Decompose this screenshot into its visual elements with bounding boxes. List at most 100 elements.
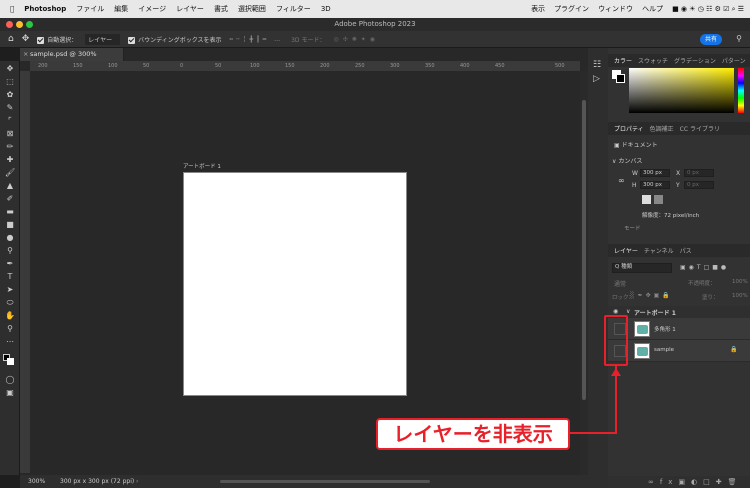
callout-connector-horizontal: [570, 432, 617, 434]
fill-value[interactable]: 100%: [732, 293, 748, 299]
layer-filter-dropdown[interactable]: Q 種類: [612, 263, 672, 273]
tab-layers[interactable]: レイヤー: [614, 246, 638, 255]
chevron-down-icon[interactable]: ∨: [626, 308, 630, 315]
brush-tool-icon[interactable]: 🖌: [5, 169, 15, 177]
lock-icon: 🔒: [730, 346, 738, 353]
layer-row-polygon[interactable]: 多角形 1: [608, 318, 750, 340]
menu-window[interactable]: ウィンドウ: [598, 4, 633, 14]
menu-layer[interactable]: レイヤー: [176, 4, 204, 14]
chevron-right-icon[interactable]: ›: [136, 475, 138, 488]
tab-color[interactable]: カラー: [614, 56, 632, 65]
screen-mode-icon[interactable]: ▣: [5, 389, 15, 397]
eraser-tool-icon[interactable]: ▬: [5, 208, 15, 216]
background-color-swatch[interactable]: [7, 358, 14, 365]
home-icon[interactable]: ⌂: [8, 34, 14, 44]
tab-patterns[interactable]: パターン: [722, 56, 746, 65]
lasso-tool-icon[interactable]: ✿: [5, 91, 15, 99]
menu-plugins[interactable]: プラグイン: [554, 4, 589, 14]
history-panel-icon[interactable]: ☷: [593, 60, 601, 70]
eyedropper-tool-icon[interactable]: ✏: [5, 143, 15, 151]
tab-paths[interactable]: パス: [680, 246, 692, 255]
menu-edit[interactable]: 編集: [114, 4, 128, 14]
tab-properties[interactable]: プロパティ: [614, 124, 644, 133]
menu-filter[interactable]: フィルター: [276, 4, 311, 14]
menu-select[interactable]: 選択範囲: [238, 4, 266, 14]
search-icon[interactable]: ⚲: [736, 34, 742, 43]
tab-channels[interactable]: チャンネル: [644, 246, 674, 255]
bounding-box-checkbox[interactable]: バウンディングボックスを表示: [128, 35, 222, 44]
layer-filter-icons[interactable]: ▣◉T□■●: [680, 264, 729, 271]
foreground-swatch[interactable]: [616, 74, 625, 83]
shape-tool-icon[interactable]: ⬭: [5, 299, 15, 307]
blur-tool-icon[interactable]: ●: [5, 234, 15, 242]
portrait-orientation-icon[interactable]: [642, 195, 651, 204]
color-field[interactable]: [629, 68, 734, 113]
opacity-value[interactable]: 100%: [732, 279, 748, 285]
document-tab[interactable]: × sample.psd @ 300% (RGB/8) *: [20, 48, 124, 71]
width-field[interactable]: 300 px: [640, 169, 670, 177]
zoom-window-icon[interactable]: [26, 21, 33, 28]
history-brush-icon[interactable]: ✐: [5, 195, 15, 203]
apple-icon[interactable]: : [10, 5, 14, 13]
scrollbar-thumb[interactable]: [582, 100, 586, 400]
healing-tool-icon[interactable]: ✚: [5, 156, 15, 164]
gradient-tool-icon[interactable]: ■: [5, 221, 15, 229]
right-panels: カラー スウォッチ グラデーション パターン プロパティ 色調補正 CC ライブ…: [608, 48, 750, 488]
layers-footer-icons[interactable]: ∞fx▣◐□✚🗑: [608, 476, 750, 488]
align-icons[interactable]: ╍╌╎╋║═ …: [230, 36, 284, 43]
x-field[interactable]: 0 px: [684, 169, 714, 177]
path-select-tool-icon[interactable]: ➤: [5, 286, 15, 294]
canvas-section-header[interactable]: ∨ カンバス: [612, 156, 642, 165]
3d-mode-label: 3D モード：: [291, 36, 326, 44]
layer-select-dropdown[interactable]: レイヤー: [85, 33, 121, 45]
crop-tool-icon[interactable]: ⌜: [5, 117, 15, 125]
link-icon[interactable]: ∞: [618, 176, 625, 185]
hand-tool-icon[interactable]: ✋: [5, 312, 15, 320]
frame-tool-icon[interactable]: ⊠: [5, 130, 15, 138]
tab-adjustments[interactable]: 色調補正: [650, 124, 674, 133]
horizontal-ruler: 200 150 100 50 0 50 100 150 200 250 300 …: [30, 61, 580, 71]
menu-type[interactable]: 書式: [214, 4, 228, 14]
menu-image[interactable]: イメージ: [138, 4, 166, 14]
height-field[interactable]: 300 px: [640, 181, 670, 189]
horizontal-scrollbar[interactable]: [220, 480, 430, 483]
actions-panel-icon[interactable]: ▷: [593, 74, 600, 84]
landscape-orientation-icon[interactable]: [654, 195, 663, 204]
zoom-tool-icon[interactable]: ⚲: [5, 325, 15, 333]
auto-select-checkbox[interactable]: 自動選択：: [37, 35, 77, 44]
eye-icon[interactable]: ◉: [613, 308, 618, 315]
lock-icons[interactable]: ░✒✥▣🔒: [630, 292, 673, 299]
menu-view[interactable]: 表示: [531, 4, 545, 14]
tab-gradients[interactable]: グラデーション: [674, 56, 716, 65]
layer-name: 多角形 1: [654, 327, 676, 333]
more-tools-icon[interactable]: ⋯: [5, 338, 15, 346]
hue-slider[interactable]: [738, 68, 744, 113]
menu-help[interactable]: ヘルプ: [642, 4, 663, 14]
type-tool-icon[interactable]: T: [5, 273, 15, 281]
dodge-tool-icon[interactable]: ⚲: [5, 247, 15, 255]
artboard-label[interactable]: アートボード 1: [183, 162, 221, 170]
menu-app[interactable]: Photoshop: [24, 5, 66, 13]
move-tool-icon[interactable]: ✥: [22, 34, 30, 44]
tools-panel: ✥ ⬚ ✿ ✎ ⌜ ⊠ ✏ ✚ 🖌 ▲ ✐ ▬ ■ ● ⚲ ✒ T ➤ ⬭ ✋ …: [0, 61, 20, 475]
y-field[interactable]: 0 px: [684, 181, 714, 189]
pen-tool-icon[interactable]: ✒: [5, 260, 15, 268]
quick-select-tool-icon[interactable]: ✎: [5, 104, 15, 112]
share-button[interactable]: 共有: [700, 34, 722, 45]
blend-mode-dropdown[interactable]: 通常: [614, 279, 626, 288]
tab-cc-libraries[interactable]: CC ライブラリ: [680, 124, 720, 133]
close-window-icon[interactable]: [6, 21, 13, 28]
move-tool-icon[interactable]: ✥: [5, 65, 15, 73]
marquee-tool-icon[interactable]: ⬚: [5, 78, 15, 86]
stamp-tool-icon[interactable]: ▲: [5, 182, 15, 190]
minimize-window-icon[interactable]: [16, 21, 23, 28]
tab-swatches[interactable]: スウォッチ: [638, 56, 668, 65]
artboard[interactable]: [183, 172, 407, 396]
zoom-level[interactable]: 300%: [28, 475, 45, 488]
menu-file[interactable]: ファイル: [76, 4, 104, 14]
close-tab-icon[interactable]: ×: [23, 48, 28, 61]
layer-row-sample[interactable]: sample 🔒: [608, 340, 750, 362]
artboard-group-row[interactable]: ◉ ∨ アートボード 1: [608, 306, 750, 318]
menu-3d[interactable]: 3D: [321, 5, 331, 13]
quick-mask-icon[interactable]: ◯: [5, 376, 15, 384]
